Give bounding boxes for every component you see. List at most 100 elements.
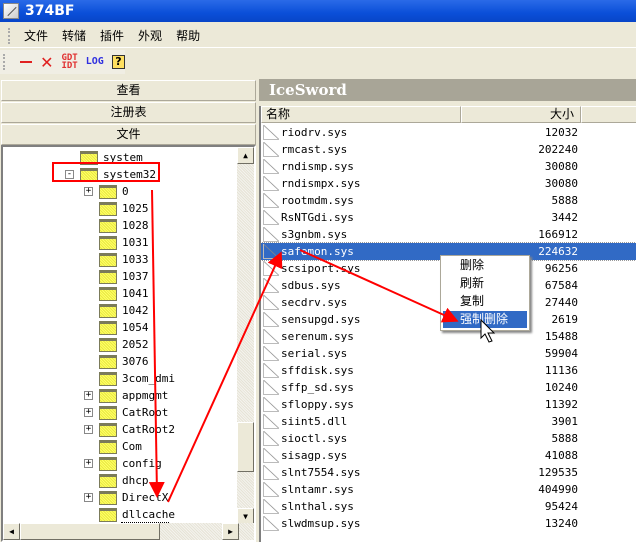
tree-vertical-scrollbar[interactable]: ▲ ▼ [237,147,254,525]
tree-item[interactable]: 1028 [99,217,149,234]
file-name: secdrv.sys [281,296,348,309]
tree-item[interactable]: 2052 [99,336,149,353]
tree-item[interactable]: 1025 [99,200,149,217]
scroll-thumb[interactable] [237,422,254,472]
file-row[interactable]: serial.sys 59904 [261,345,636,362]
toolbar-grip[interactable] [3,54,6,70]
file-name: rndismp.sys [281,160,354,173]
folder-icon [99,201,117,216]
file-row[interactable]: slnthal.sys 95424 [261,498,636,515]
menu-file[interactable]: 文件 [17,27,55,44]
scroll-up-button[interactable]: ▲ [237,147,254,164]
menu-copy[interactable]: 复制 [443,293,527,310]
tree-item[interactable]: dllcache [99,506,175,523]
tree-item-label: 2052 [122,338,149,351]
file-row[interactable]: slntamr.sys 404990 [261,481,636,498]
tree-item[interactable]: DirectX [99,489,168,506]
file-row[interactable]: sfloppy.sys 11392 [261,396,636,413]
tree-item-label: 1033 [122,253,149,266]
file-row[interactable]: s3gnbm.sys 166912 [261,226,636,243]
gdt-idt-button[interactable]: GDT IDT [61,54,77,71]
column-size[interactable]: 大小 [461,106,581,123]
tree-horizontal-scrollbar[interactable]: ◀ ▶ [3,523,254,540]
file-row[interactable]: rootmdm.sys 5888 [261,192,636,209]
tree-item[interactable]: dhcp [99,472,149,489]
tree-item[interactable]: appmgmt [99,387,168,404]
file-size: 10240 [544,381,578,394]
expand-icon[interactable]: + [84,425,93,434]
tree-item-label: dllcache [122,508,175,521]
folder-tree[interactable]: system system32 - 0 +1025 1028 1031 1033 1037 104… [1,145,256,542]
tree-item-label: system32 [103,168,156,181]
file-icon [263,193,279,208]
expand-icon[interactable]: + [84,391,93,400]
file-icon [263,176,279,191]
menu-refresh[interactable]: 刷新 [443,275,527,292]
menubar-grip[interactable] [8,27,11,44]
tree-item[interactable]: 1042 [99,302,149,319]
view-button[interactable]: 查看 [1,80,256,101]
file-row[interactable]: rmcast.sys 202240 [261,141,636,158]
tree-item[interactable]: Com [99,438,142,455]
file-size: 2619 [551,313,579,326]
tree-item[interactable]: 1054 [99,319,149,336]
tree-item[interactable]: config [99,455,162,472]
file-row[interactable]: sffdisk.sys 11136 [261,362,636,379]
file-row[interactable]: slnt7554.sys 129535 [261,464,636,481]
left-panel: 查看 注册表 文件 system system32 - 0 +1025 1028 1031 1… [0,79,257,542]
scroll-right-button[interactable]: ▶ [222,523,239,540]
minus-icon[interactable] [19,61,33,63]
file-size: 15488 [544,330,578,343]
menu-plugins[interactable]: 插件 [93,27,131,44]
menu-help[interactable]: 帮助 [169,27,207,44]
file-row[interactable]: sioctl.sys 5888 [261,430,636,447]
tree-item[interactable]: 1033 [99,251,149,268]
file-icon [263,159,279,174]
menu-delete[interactable]: 删除 [443,257,527,274]
help-icon[interactable]: ? [111,55,125,69]
menu-dump[interactable]: 转储 [55,27,93,44]
scroll-left-button[interactable]: ◀ [3,523,20,540]
file-row[interactable]: slwdmsup.sys 13240 [261,515,636,532]
log-button[interactable]: LOG [86,57,104,67]
tree-item-label: 1037 [122,270,149,283]
expand-icon[interactable]: + [84,408,93,417]
close-icon[interactable]: ✕ [40,53,53,72]
file-row[interactable]: RsNTGdi.sys 3442 [261,209,636,226]
tree-item[interactable]: 1037 [99,268,149,285]
file-row[interactable]: rndismpx.sys 30080 [261,175,636,192]
column-name[interactable]: 名称 [261,106,461,123]
file-row[interactable]: sffp_sd.sys 10240 [261,379,636,396]
tree-item[interactable]: 1031 [99,234,149,251]
registry-button[interactable]: 注册表 [1,102,256,123]
expand-icon[interactable]: + [84,459,93,468]
file-button[interactable]: 文件 [1,124,256,145]
file-name: scsiport.sys [281,262,361,275]
file-size: 11392 [544,398,578,411]
file-row[interactable]: sisagp.sys 41088 [261,447,636,464]
folder-icon [99,303,117,318]
tree-item[interactable]: CatRoot2 [99,421,175,438]
expand-icon[interactable]: + [84,493,93,502]
file-row[interactable]: riodrv.sys 12032 [261,124,636,141]
file-name: sffdisk.sys [281,364,354,377]
expand-icon[interactable]: + [84,187,93,196]
file-size: 12032 [544,126,578,139]
tree-item[interactable]: 3com_dmi [99,370,175,387]
tree-item[interactable]: system [80,149,143,166]
collapse-icon[interactable]: - [65,170,74,179]
tree-item[interactable]: system32 [80,166,156,183]
tree-item[interactable]: 3076 [99,353,149,370]
file-icon [263,227,279,242]
menu-force-delete[interactable]: 强制删除 [443,311,527,328]
file-row[interactable]: rndismp.sys 30080 [261,158,636,175]
file-icon [263,210,279,225]
file-icon [263,397,279,412]
tree-item[interactable]: 0 [99,183,129,200]
file-name: slntamr.sys [281,483,354,496]
menu-appearance[interactable]: 外观 [131,27,169,44]
tree-item[interactable]: 1041 [99,285,149,302]
tree-item[interactable]: CatRoot [99,404,168,421]
file-row[interactable]: siint5.dll 3901 [261,413,636,430]
scroll-thumb-h[interactable] [20,523,160,540]
